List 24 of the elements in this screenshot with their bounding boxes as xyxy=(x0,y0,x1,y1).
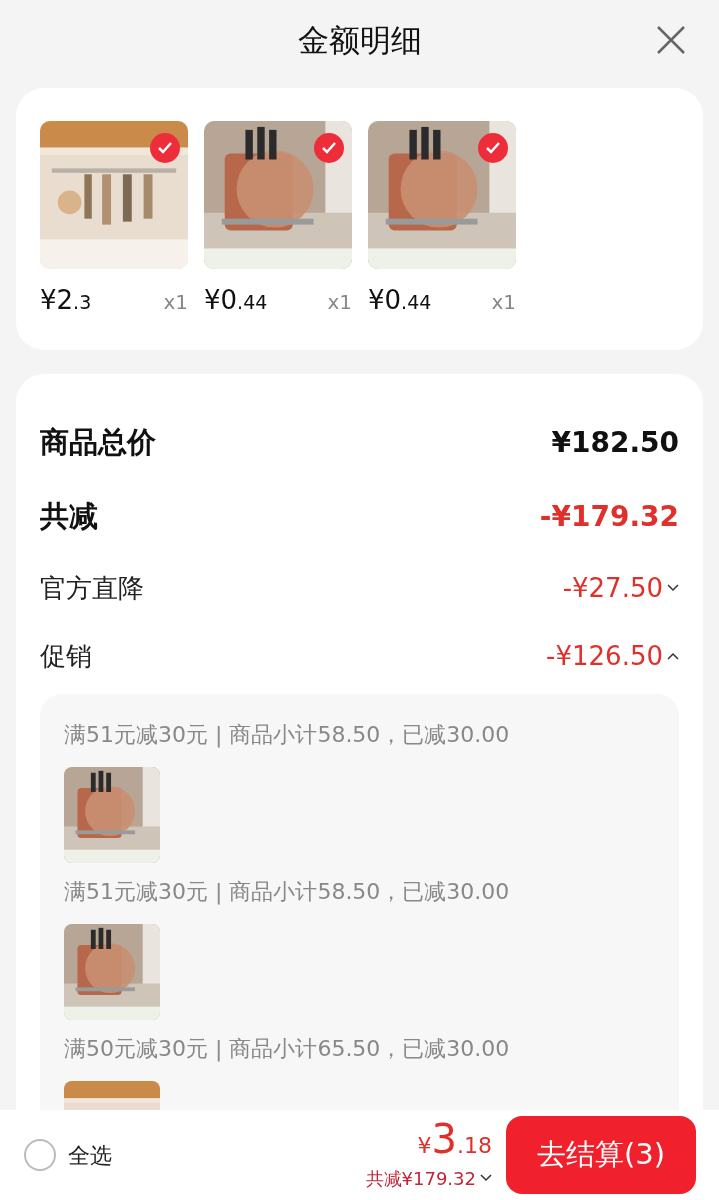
product-price: ¥0.44 xyxy=(368,284,432,317)
saved-amount: 共减¥179.32 xyxy=(365,1166,476,1191)
product-quantity: x1 xyxy=(327,289,352,316)
product-quantity: x1 xyxy=(163,289,188,316)
summary-label: 促销 xyxy=(40,639,92,673)
sheet-title: 金额明细 xyxy=(297,20,422,60)
promotion-text: 满51元减30元 | 商品小计58.50，已减30.00 xyxy=(64,878,511,907)
summary-label: 商品总价 xyxy=(40,424,156,462)
chevron-down-icon xyxy=(480,1174,492,1182)
radio-button[interactable] xyxy=(24,1139,56,1171)
summary-amount: ¥182.50 xyxy=(551,425,679,461)
summary-label: 共减 xyxy=(40,498,98,536)
checkout-button[interactable]: 去结算(3) xyxy=(506,1116,696,1194)
product-price: ¥0.44 xyxy=(204,284,268,317)
product-price: ¥2.3 xyxy=(40,284,92,317)
summary-label: 官方直降 xyxy=(40,571,144,605)
summary-amount: -¥27.50 xyxy=(562,571,663,605)
summary-amount: -¥179.32 xyxy=(539,499,679,535)
promotion-text: 满51元减30元 | 商品小计58.50，已减30.00 xyxy=(64,721,511,750)
total-price: ¥3.18 xyxy=(417,1118,492,1159)
promotion-text: 满50元减30元 | 商品小计65.50，已减30.00 xyxy=(64,1035,511,1064)
summary-amount: -¥126.50 xyxy=(546,639,663,673)
select-all-label[interactable]: 全选 xyxy=(68,1138,112,1172)
product-quantity: x1 xyxy=(491,289,516,316)
